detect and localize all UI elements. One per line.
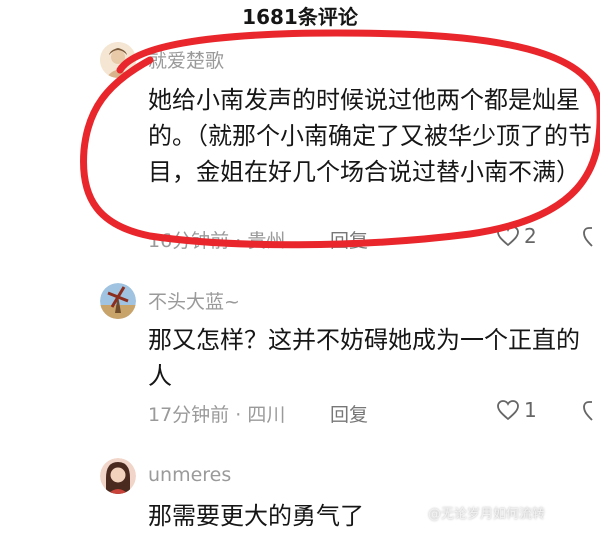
broken-heart-icon	[583, 227, 593, 247]
reply-button[interactable]: 回复	[330, 400, 368, 427]
comment-username[interactable]: 不头大蓝~	[148, 287, 240, 314]
heart-icon	[497, 226, 519, 247]
comment-location: 贵州	[247, 230, 286, 252]
meta-separator: ·	[235, 404, 242, 426]
heart-icon	[497, 400, 519, 421]
avatar[interactable]	[100, 458, 136, 494]
like-count: 1	[524, 398, 537, 422]
comment-time: 17分钟前	[148, 404, 230, 426]
comment-username[interactable]: 就爱楚歌	[148, 46, 224, 73]
comment-username[interactable]: unmeres	[148, 464, 231, 486]
reply-button[interactable]: 回复	[330, 226, 368, 253]
comments-header: 1681条评论	[0, 0, 600, 34]
comment-count-title: 1681条评论	[242, 5, 358, 29]
comment-location: 四川	[247, 404, 286, 426]
avatar[interactable]	[100, 283, 136, 319]
comment-meta: 17分钟前 · 四川	[148, 400, 285, 427]
annotation-circle	[80, 29, 600, 249]
comment-time: 16分钟前	[148, 230, 230, 252]
meta-separator: ·	[235, 230, 242, 252]
broken-heart-icon	[583, 401, 593, 421]
like-button[interactable]: 1	[496, 398, 537, 422]
dislike-button[interactable]	[582, 400, 600, 426]
comment-text: 她给小南发声的时候说过他两个都是灿星的。（就那个小南确定了又被华少顶了的节目，金…	[148, 86, 592, 186]
watermark: @无论岁月如何流转	[428, 507, 546, 522]
like-count: 2	[524, 224, 537, 248]
comment-meta: 16分钟前 · 贵州	[148, 226, 285, 253]
like-button[interactable]: 2	[496, 224, 537, 248]
avatar[interactable]	[100, 42, 136, 78]
comment-text: 那又怎样？这并不妨碍她成为一个正直的人	[148, 326, 580, 390]
dislike-button[interactable]	[582, 226, 600, 252]
